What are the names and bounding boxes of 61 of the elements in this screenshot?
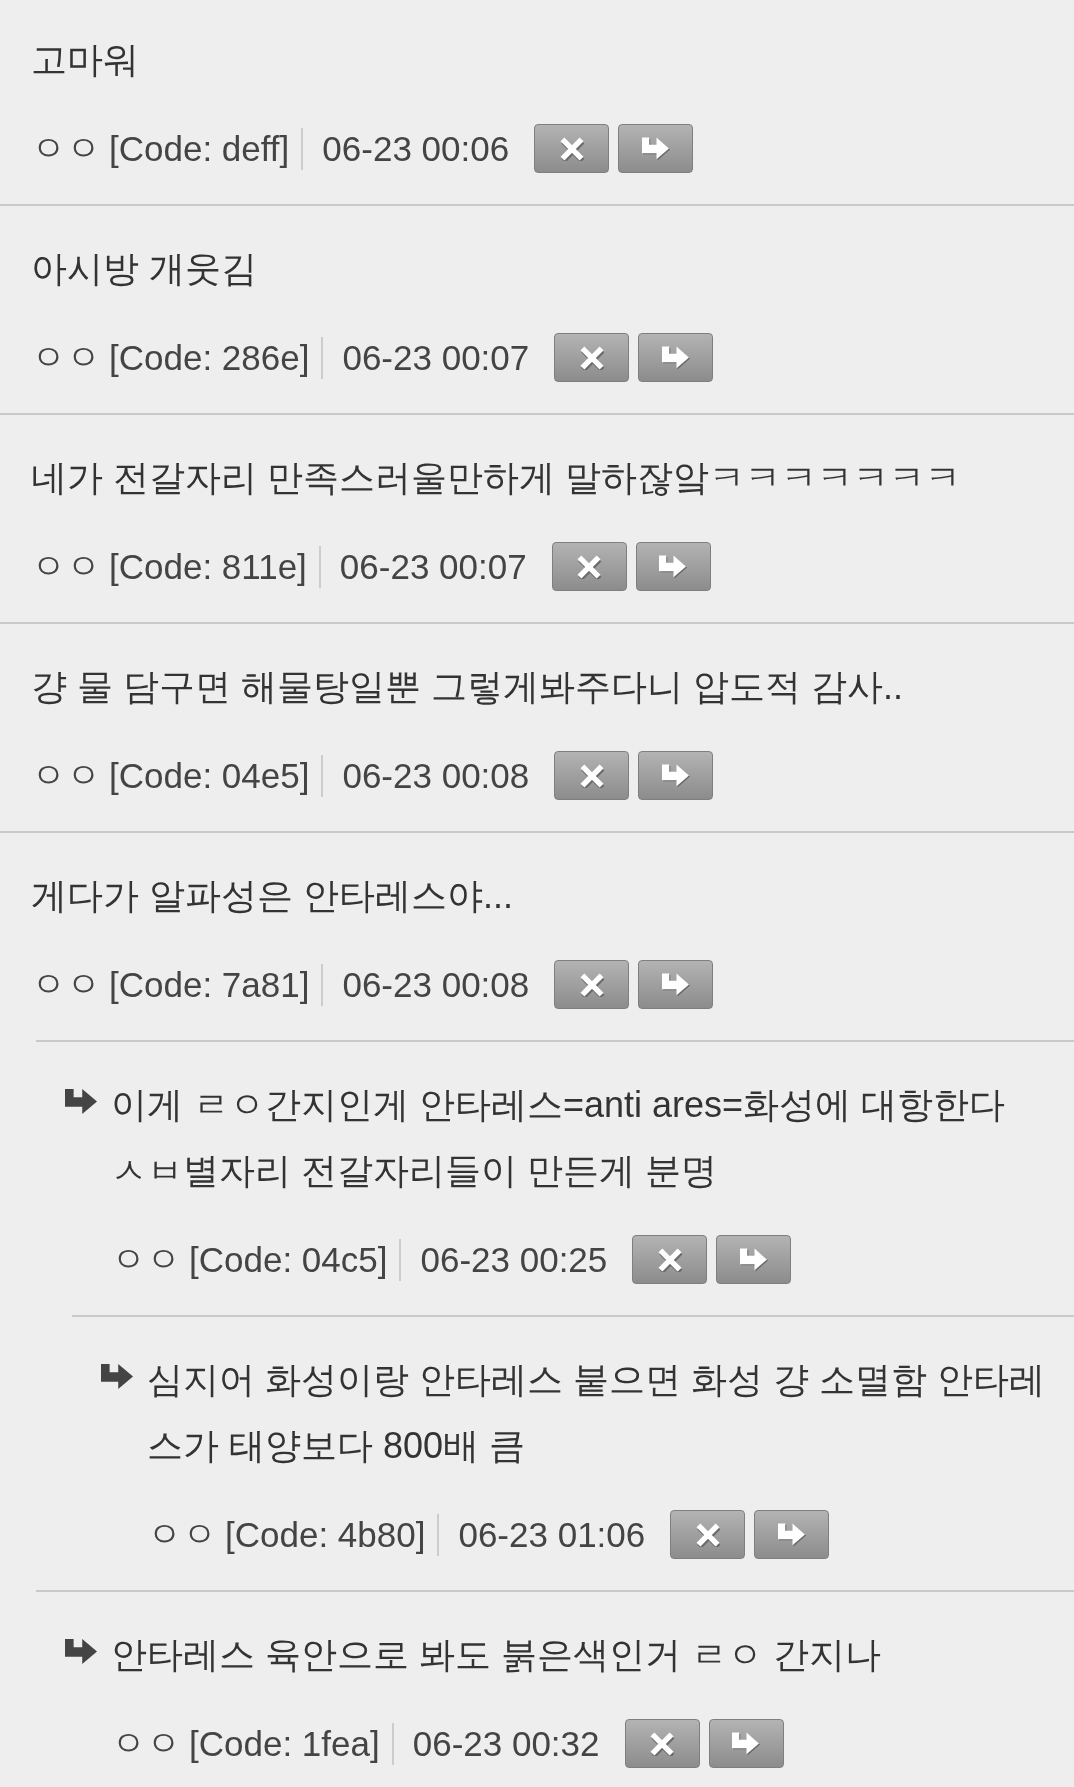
reply-icon <box>732 1731 761 1756</box>
user-code: [Code: 1fea] <box>189 1723 380 1764</box>
timestamp: 06-23 00:08 <box>342 964 530 1005</box>
delete-button[interactable] <box>534 124 610 173</box>
reply-icon <box>661 972 690 997</box>
reply-button[interactable] <box>638 960 714 1009</box>
reply-button[interactable] <box>708 1719 784 1768</box>
reply-icon <box>641 136 670 161</box>
author-name: ㅇㅇ <box>31 545 101 587</box>
delete-button[interactable] <box>554 333 630 382</box>
close-icon <box>648 1731 677 1756</box>
author-name: ㅇㅇ <box>31 127 101 169</box>
timestamp: 06-23 00:08 <box>342 755 530 796</box>
timestamp: 06-23 00:25 <box>420 1239 608 1280</box>
author-name: ㅇㅇ <box>31 336 101 378</box>
reply-icon <box>659 554 688 579</box>
author-name: ㅇㅇ <box>111 1722 181 1764</box>
author-name: ㅇㅇ <box>31 754 101 796</box>
timestamp: 06-23 00:06 <box>322 128 510 169</box>
reply-arrow-icon <box>65 1089 97 1114</box>
comment-text: 고마워 <box>31 38 140 82</box>
delete-button[interactable] <box>554 960 630 1009</box>
timestamp: 06-23 00:32 <box>412 1723 600 1764</box>
timestamp: 06-23 00:07 <box>342 337 530 378</box>
reply-button[interactable] <box>638 751 714 800</box>
reply-button[interactable] <box>635 542 711 591</box>
comment-text: 이게 ㄹㅇ간지인게 안타레스=anti ares=화성에 대항한다 ㅅㅂ별자리 전갈자리들이 만든게 분명 <box>111 1083 1007 1193</box>
author-name: ㅇㅇ <box>31 963 101 1005</box>
reply-button[interactable] <box>716 1235 792 1284</box>
comment-text: 아시방 개웃김 <box>31 247 258 291</box>
reply-icon <box>661 763 690 788</box>
close-icon <box>575 554 604 579</box>
user-code: [Code: 04e5] <box>109 755 310 796</box>
reply-arrow-icon <box>65 1639 97 1664</box>
user-code: [Code: 04c5] <box>189 1239 388 1280</box>
reply-icon <box>739 1247 768 1272</box>
author-name: ㅇㅇ <box>111 1238 181 1280</box>
reply-button[interactable] <box>638 333 714 382</box>
comment-text: 심지어 화성이랑 안타레스 붙으면 화성 걍 소멸함 안타레스가 태양보다 800배 큼 <box>147 1358 1046 1468</box>
timestamp: 06-23 00:07 <box>339 546 527 587</box>
comment-text: 걍 물 담구면 해물탕일뿐 그렇게봐주다니 압도적 감사.. <box>31 665 904 709</box>
delete-button[interactable] <box>624 1719 700 1768</box>
delete-button[interactable] <box>670 1510 746 1559</box>
user-code: [Code: 811e] <box>109 546 307 587</box>
comment-text: 안타레스 육안으로 봐도 붉은색인거 ㄹㅇ 간지나 <box>111 1633 882 1677</box>
user-code: [Code: 7a81] <box>109 964 310 1005</box>
author-name: ㅇㅇ <box>147 1513 217 1555</box>
delete-button[interactable] <box>551 542 627 591</box>
reply-button[interactable] <box>754 1510 830 1559</box>
reply-icon <box>777 1522 806 1547</box>
reply-icon <box>661 345 690 370</box>
user-code: [Code: 4b80] <box>225 1514 426 1555</box>
user-code: [Code: deff] <box>109 128 290 169</box>
delete-button[interactable] <box>632 1235 708 1284</box>
user-code: [Code: 286e] <box>109 337 310 378</box>
comment-text: 게다가 알파성은 안타레스야... <box>31 874 514 918</box>
delete-button[interactable] <box>554 751 630 800</box>
reply-arrow-icon <box>101 1364 133 1389</box>
timestamp: 06-23 01:06 <box>458 1514 646 1555</box>
comment-text: 네가 전갈자리 만족스러울만하게 말하잖앜ㅋㅋㅋㅋㅋㅋㅋ <box>31 456 962 500</box>
reply-button[interactable] <box>618 124 694 173</box>
